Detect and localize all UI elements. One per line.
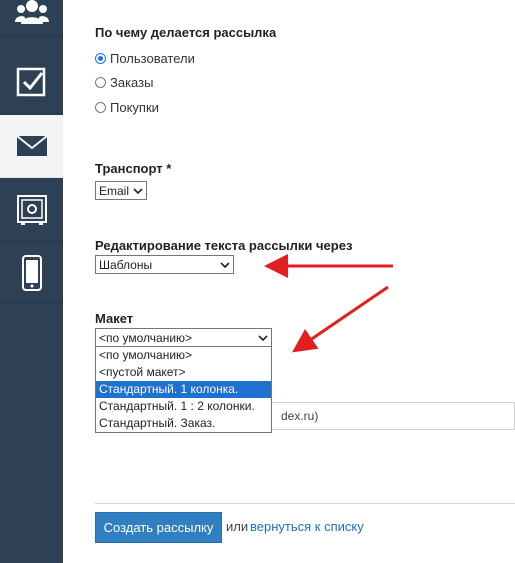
editing-select[interactable]: Шаблоны bbox=[95, 255, 234, 274]
create-mailing-button[interactable]: Создать рассылку bbox=[95, 512, 222, 543]
radio-purchases[interactable]: Покупки bbox=[95, 100, 159, 115]
layout-select[interactable]: <по умолчанию> bbox=[95, 328, 272, 347]
chevron-down-icon bbox=[133, 187, 143, 194]
sidebar-item-mailing[interactable] bbox=[0, 115, 63, 178]
radio-orders[interactable]: Заказы bbox=[95, 75, 153, 90]
radio-label-purchases: Покупки bbox=[110, 100, 159, 115]
layout-select-value: <по умолчанию> bbox=[99, 330, 193, 345]
divider bbox=[95, 503, 515, 504]
layout-option[interactable]: <пустой макет> bbox=[96, 364, 271, 381]
chevron-down-icon bbox=[220, 261, 230, 268]
layout-option-highlighted[interactable]: Стандартный. 1 колонка. bbox=[96, 381, 271, 398]
or-text: или bbox=[226, 519, 249, 534]
sidebar-item-users[interactable] bbox=[0, 0, 63, 36]
main-form: По чему делается рассылка Пользователи З… bbox=[63, 0, 515, 563]
editing-label: Редактирование текста рассылки через bbox=[95, 238, 353, 253]
trigger-label: По чему делается рассылка bbox=[95, 25, 277, 40]
checkbox-icon bbox=[16, 67, 45, 97]
layout-option[interactable]: <по умолчанию> bbox=[96, 347, 271, 364]
sidebar bbox=[0, 0, 63, 563]
users-icon bbox=[14, 0, 49, 24]
radio-users[interactable]: Пользователи bbox=[95, 51, 195, 66]
layout-option[interactable]: Стандартный. Заказ. bbox=[96, 415, 271, 432]
layout-label: Макет bbox=[95, 311, 134, 326]
layout-option[interactable]: Стандартный. 1 : 2 колонки. bbox=[96, 398, 271, 415]
sidebar-item-safe[interactable] bbox=[0, 179, 63, 242]
mobile-icon bbox=[21, 254, 42, 291]
radio-button[interactable] bbox=[95, 77, 106, 88]
safe-icon bbox=[16, 195, 47, 225]
radio-button[interactable] bbox=[95, 102, 106, 113]
editing-select-value: Шаблоны bbox=[99, 257, 153, 272]
transport-select-value: Email bbox=[99, 183, 130, 198]
layout-dropdown-list[interactable]: <по умолчанию> <пустой макет> Стандартны… bbox=[95, 346, 272, 433]
mail-icon bbox=[15, 135, 48, 156]
chevron-down-icon bbox=[258, 334, 268, 341]
partial-field-text: dex.ru) bbox=[281, 409, 319, 423]
back-to-list-link[interactable]: вернуться к списку bbox=[250, 519, 364, 534]
sidebar-item-mobile[interactable] bbox=[0, 243, 63, 303]
transport-label: Транспорт * bbox=[95, 161, 172, 176]
radio-button-checked[interactable] bbox=[95, 53, 106, 64]
radio-label-orders: Заказы bbox=[110, 75, 154, 90]
sidebar-item-tasks[interactable] bbox=[0, 51, 63, 114]
radio-label-users: Пользователи bbox=[110, 51, 195, 66]
transport-select[interactable]: Email bbox=[95, 181, 147, 200]
